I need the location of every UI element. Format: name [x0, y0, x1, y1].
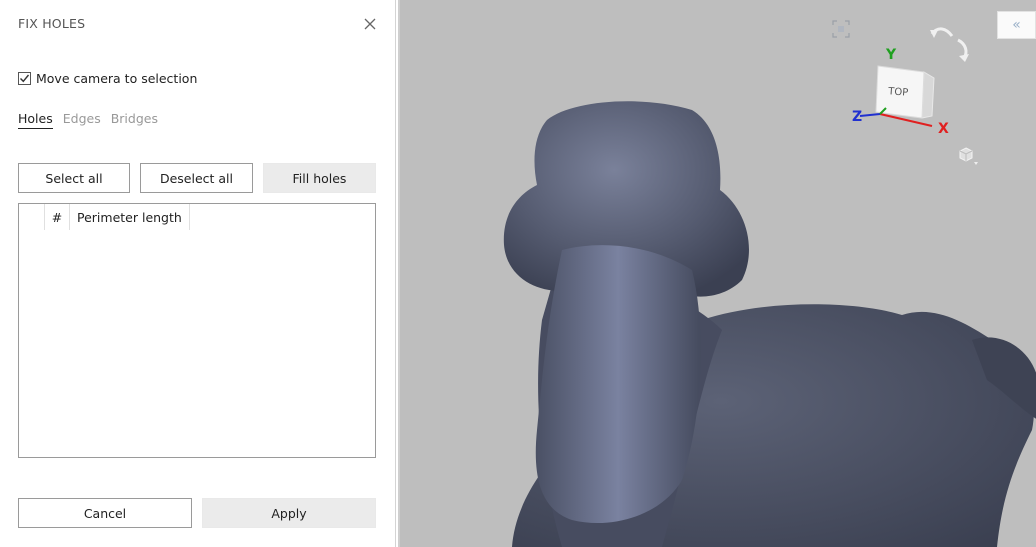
column-header-number[interactable]: # [45, 204, 70, 230]
axis-label-z: Z [852, 109, 862, 125]
tab-holes[interactable]: Holes [18, 111, 53, 129]
fit-view-icon [832, 20, 850, 38]
panel-title: FIX HOLES [18, 16, 86, 31]
tab-bar: Holes Edges Bridges [18, 111, 158, 129]
move-camera-label: Move camera to selection [36, 71, 198, 86]
viewport-scene: TOP Y Z X [503, 20, 1036, 547]
close-icon[interactable] [360, 14, 380, 34]
select-all-button[interactable]: Select all [18, 163, 130, 193]
axis-label-x: X [938, 121, 949, 137]
rotate-left-icon [930, 27, 954, 38]
view-cube: TOP [859, 65, 935, 127]
app-window: FIX HOLES Move camera to selection Holes… [0, 0, 1036, 547]
fill-holes-button[interactable]: Fill holes [263, 163, 376, 193]
tab-bridges[interactable]: Bridges [111, 111, 158, 129]
3d-viewport[interactable]: TOP Y Z X [398, 0, 1036, 547]
collapse-panel-button[interactable]: « [997, 11, 1036, 39]
move-camera-checkbox[interactable] [18, 72, 31, 85]
column-header-select[interactable] [19, 204, 45, 230]
rotate-right-icon [957, 38, 969, 62]
view-mode-icon [959, 147, 978, 165]
model-beak [535, 245, 701, 524]
deselect-all-button[interactable]: Deselect all [140, 163, 253, 193]
cancel-button[interactable]: Cancel [18, 498, 192, 528]
axis-label-y: Y [885, 47, 897, 63]
column-header-perimeter[interactable]: Perimeter length [70, 204, 190, 230]
checkmark-icon [20, 74, 30, 83]
fix-holes-panel: FIX HOLES Move camera to selection Holes… [0, 0, 396, 547]
apply-button[interactable]: Apply [202, 498, 376, 528]
tab-edges[interactable]: Edges [63, 111, 101, 129]
table-header: # Perimeter length [19, 204, 375, 230]
move-camera-option[interactable]: Move camera to selection [18, 71, 197, 86]
holes-table[interactable]: # Perimeter length [18, 203, 376, 458]
view-cube-face: TOP [887, 86, 909, 98]
